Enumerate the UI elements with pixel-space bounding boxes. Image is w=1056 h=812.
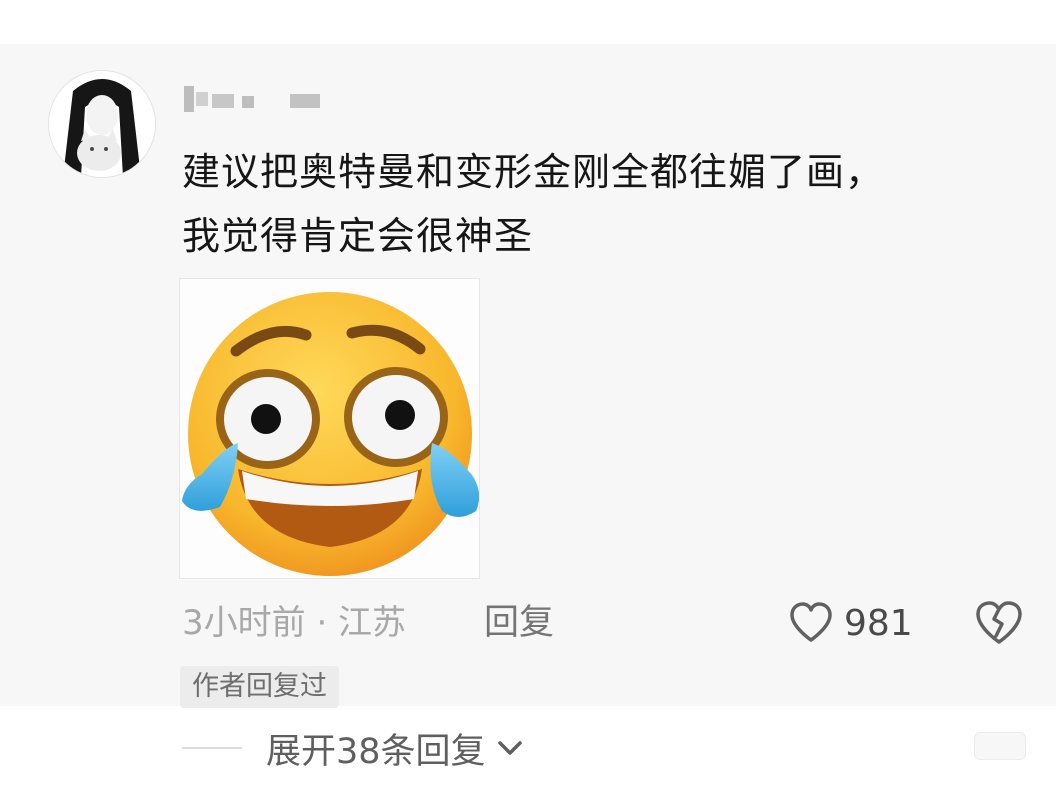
reply-button[interactable]: 回复	[484, 598, 554, 648]
watermark-logo	[974, 732, 1026, 760]
dislike-button[interactable]	[974, 598, 1024, 648]
username-redacted[interactable]	[182, 84, 342, 114]
expand-replies-label: 展开38条回复	[266, 731, 486, 772]
avatar-image	[49, 71, 155, 177]
crying-laughing-emoji-sticker[interactable]	[179, 278, 480, 579]
like-count: 981	[844, 602, 913, 644]
comment-meta: 3小时前 · 江苏	[182, 603, 407, 643]
divider-line	[182, 747, 242, 749]
user-avatar[interactable]	[48, 70, 156, 178]
like-button[interactable]: 981	[788, 596, 913, 650]
heart-outline-icon	[790, 602, 832, 642]
broken-heart-icon	[976, 601, 1022, 644]
redacted-username-blocks	[184, 86, 320, 112]
chevron-down-icon	[497, 741, 522, 755]
expand-replies-button[interactable]: 展开38条回复	[182, 720, 524, 776]
author-replied-badge: 作者回复过	[180, 666, 339, 708]
comment-text-line-2: 我觉得肯定会很神圣	[182, 214, 534, 258]
comment-text: 建议把奥特曼和变形金刚全都往媚了画， 我觉得肯定会很神圣	[182, 140, 1002, 268]
crying-laughing-emoji-icon	[182, 292, 480, 576]
top-strip	[0, 0, 1056, 44]
comment-text-line-1: 建议把奥特曼和变形金刚全都往媚了画，	[182, 150, 885, 194]
replies-strip	[0, 706, 1056, 812]
